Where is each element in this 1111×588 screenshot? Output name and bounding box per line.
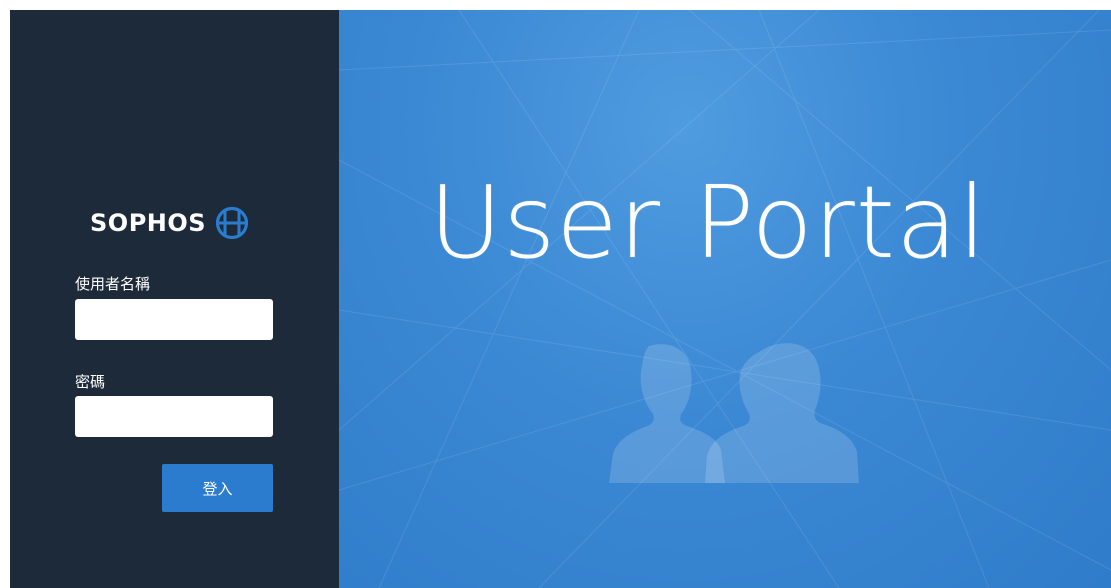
hero-panel: User Portal	[339, 10, 1111, 588]
hero-texture	[339, 10, 1111, 588]
sophos-logo: SOPHOS	[90, 206, 249, 240]
username-label: 使用者名稱	[75, 275, 151, 293]
login-sidebar: SOPHOS 使用者名稱 密碼 登入	[10, 10, 339, 588]
users-icon	[609, 343, 859, 483]
login-button[interactable]: 登入	[162, 464, 273, 512]
login-page: SOPHOS 使用者名稱 密碼 登入 User Portal	[10, 10, 1111, 588]
brand-name: SOPHOS	[90, 209, 207, 237]
globe-icon	[215, 206, 249, 240]
username-input[interactable]	[75, 299, 273, 340]
password-input[interactable]	[75, 396, 273, 437]
password-label: 密碼	[75, 373, 106, 391]
portal-title: User Portal	[429, 164, 988, 281]
